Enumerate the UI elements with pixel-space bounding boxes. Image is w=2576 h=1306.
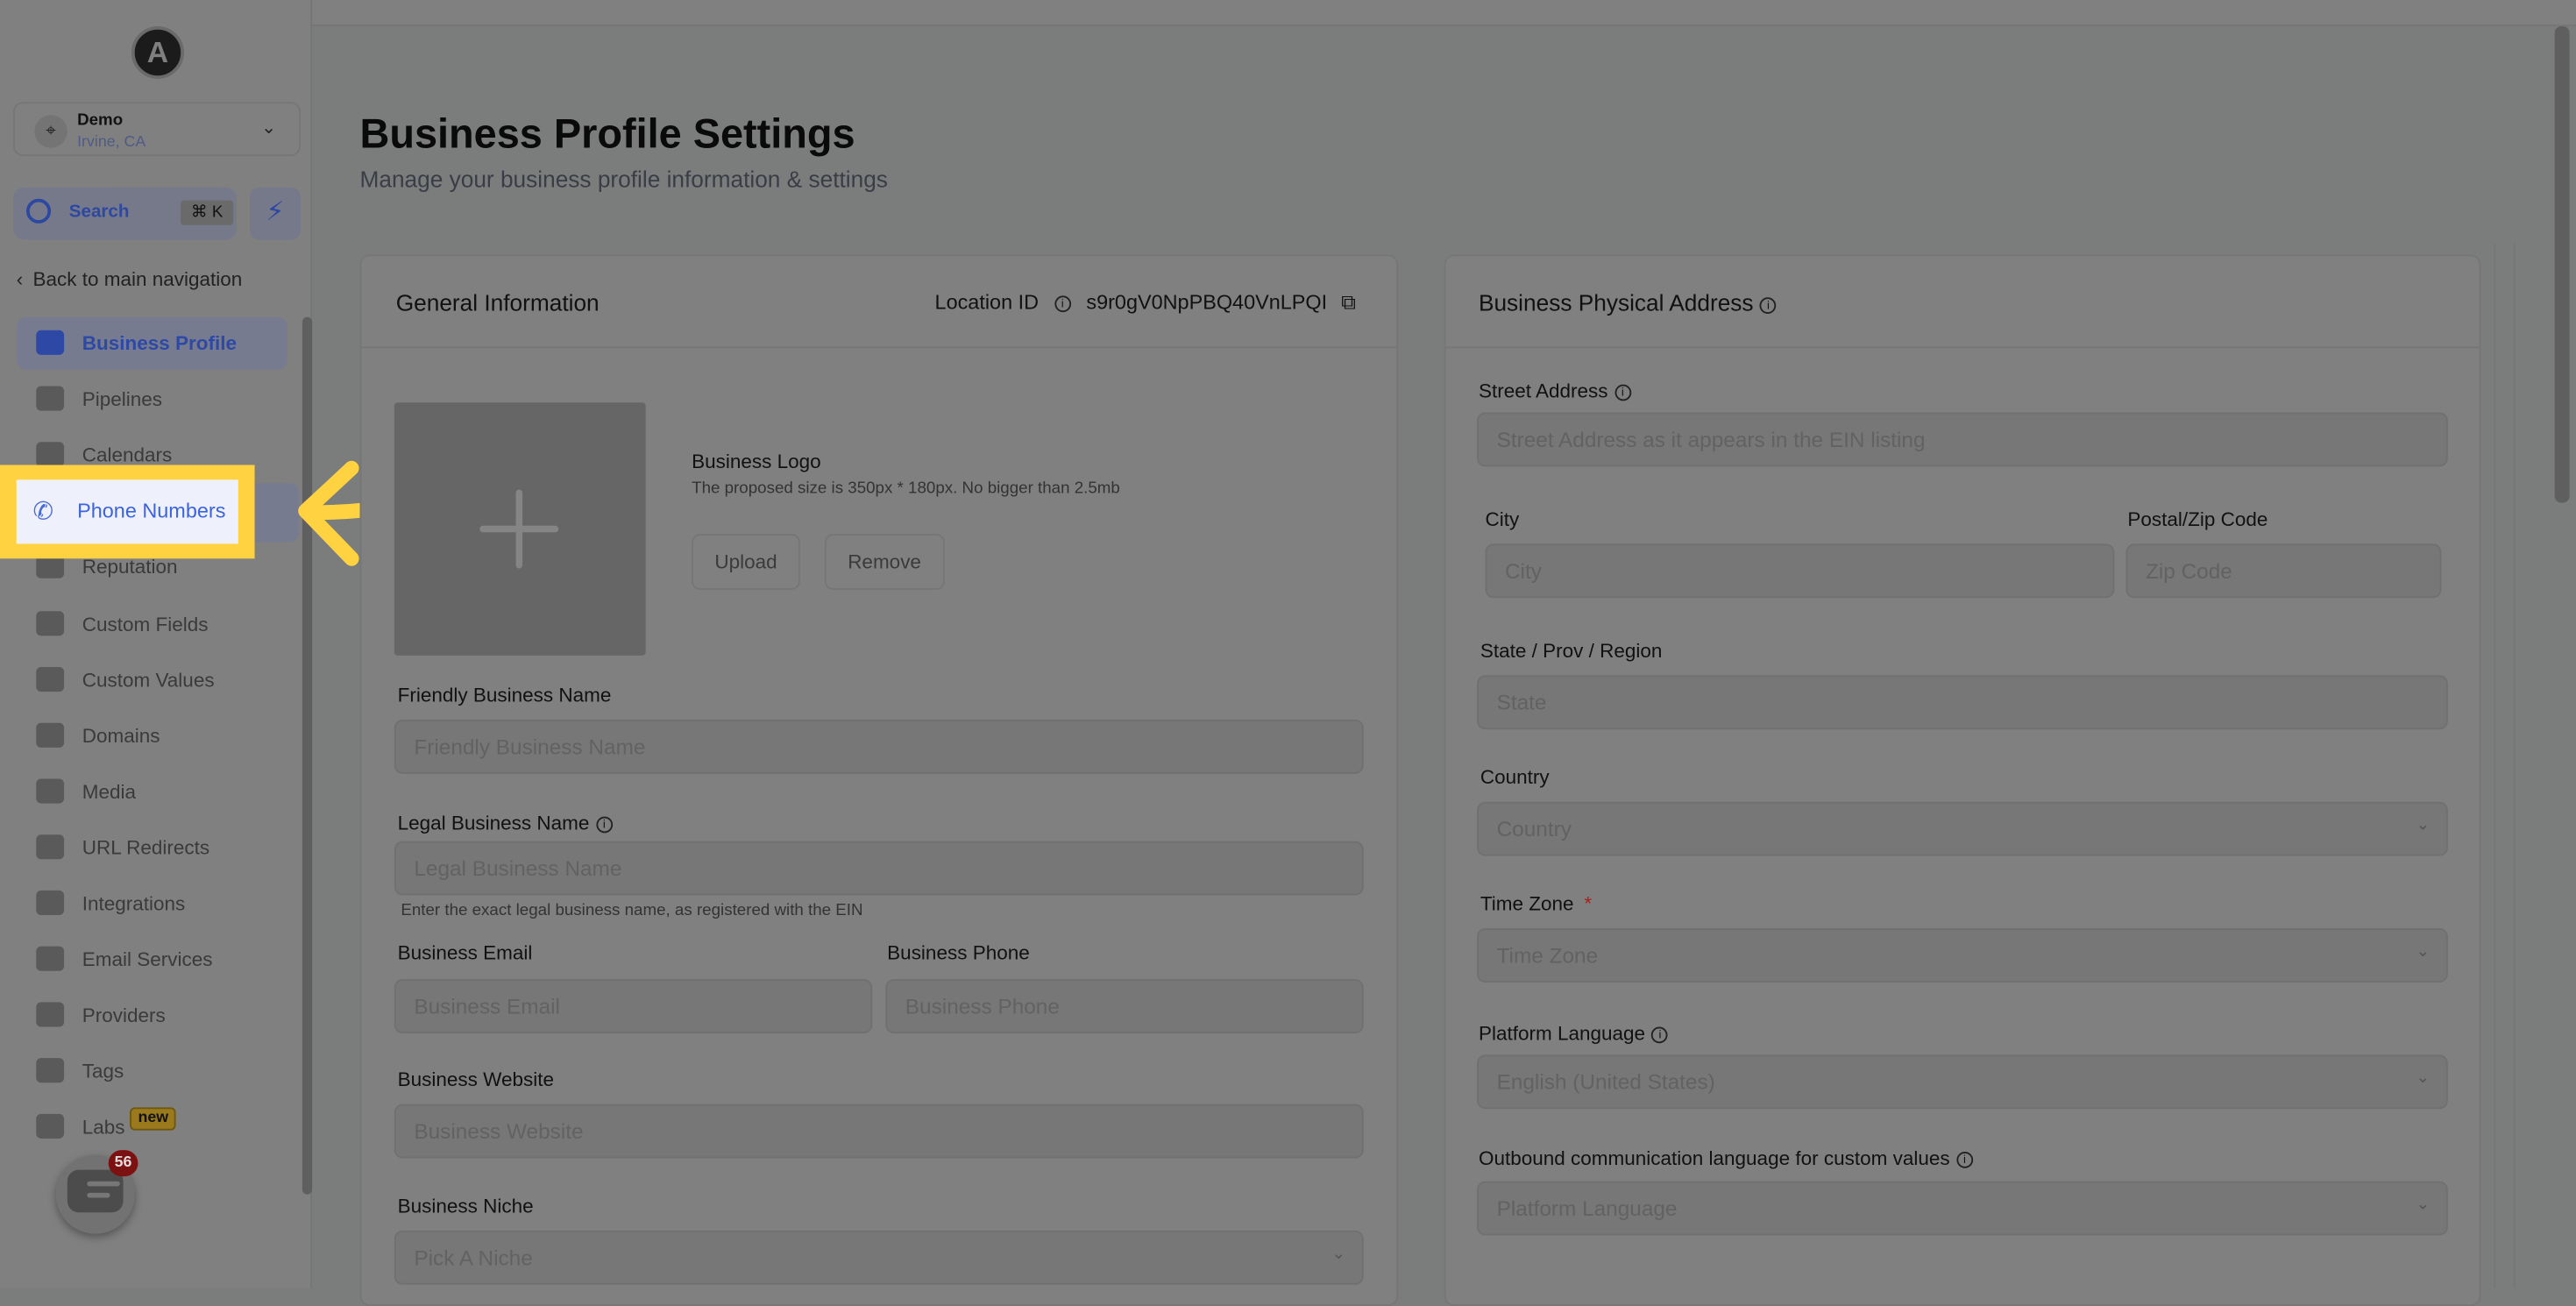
timezone-label: Time Zone *: [1480, 892, 1592, 915]
email-icon: [36, 946, 65, 971]
logo-upload-area[interactable]: [394, 402, 646, 656]
street-input[interactable]: Street Address as it appears in the EIN …: [1477, 412, 2448, 467]
city-input[interactable]: City: [1485, 543, 2115, 599]
timezone-select[interactable]: Time Zone ⌄: [1477, 928, 2448, 983]
legal-name-label: Legal Business Name i: [398, 812, 613, 834]
platform-language-select[interactable]: English (United States) ⌄: [1477, 1054, 2448, 1110]
sidebar-item-domains[interactable]: Domains: [17, 709, 287, 762]
country-label: Country: [1480, 765, 1550, 789]
page-title: Business Profile Settings: [359, 111, 855, 158]
friendly-name-input[interactable]: Friendly Business Name: [394, 719, 1364, 774]
outbound-language-select[interactable]: Platform Language ⌄: [1477, 1181, 2448, 1236]
sidebar-item-integrations[interactable]: Integrations: [17, 877, 287, 930]
outbound-language-placeholder: Platform Language: [1496, 1196, 1678, 1221]
legal-name-input[interactable]: Legal Business Name: [394, 841, 1364, 896]
country-placeholder: Country: [1496, 816, 1572, 841]
sidebar-item-label: Tags: [82, 1060, 124, 1083]
remove-button[interactable]: Remove: [824, 534, 945, 590]
timezone-label-text: Time Zone: [1480, 891, 1574, 916]
business-website-input[interactable]: Business Website: [394, 1104, 1364, 1159]
business-niche-select[interactable]: Pick A Niche ⌄: [394, 1230, 1364, 1285]
platform-language-value: English (United States): [1496, 1069, 1715, 1095]
required-marker: *: [1584, 891, 1593, 916]
business-email-input[interactable]: Business Email: [394, 979, 873, 1033]
clipboard-icon: [36, 1002, 65, 1027]
sidebar-item-label: Labs: [82, 1116, 125, 1139]
sidebar-item-label: Integrations: [82, 891, 186, 916]
business-phone-input[interactable]: Business Phone: [885, 979, 1364, 1033]
globe-icon: [36, 722, 65, 748]
card-title-text: Business Physical Address: [1478, 288, 1754, 316]
chevron-down-icon: ⌄: [2416, 816, 2431, 835]
sidebar-item-label: Media: [82, 779, 136, 804]
page-subtitle: Manage your business profile information…: [359, 166, 888, 193]
chevron-down-icon: ⌄: [2416, 942, 2431, 962]
location-id-value: s9r0gV0NpPBQ40VnLPQI: [1086, 290, 1328, 315]
integrations-icon: [36, 890, 65, 916]
business-phone-label: Business Phone: [887, 941, 1030, 965]
card-title: General Information: [395, 288, 600, 316]
chevron-down-icon: ⌄: [2416, 1069, 2431, 1088]
upload-button[interactable]: Upload: [692, 534, 800, 590]
friendly-name-label: Friendly Business Name: [397, 683, 612, 706]
copy-icon[interactable]: ⧉: [1341, 291, 1356, 314]
legal-name-help: Enter the exact legal business name, as …: [401, 902, 863, 920]
business-niche-label: Business Niche: [397, 1194, 534, 1217]
city-label: City: [1485, 507, 1520, 531]
info-icon[interactable]: i: [1760, 297, 1777, 315]
chat-unread-badge: 56: [108, 1150, 138, 1177]
info-icon[interactable]: i: [595, 816, 613, 834]
chevron-down-icon: ⌄: [1331, 1245, 1346, 1264]
zip-label: Postal/Zip Code: [2127, 507, 2268, 531]
sidebar-item-label: Email Services: [82, 948, 213, 971]
sidebar-item-tags[interactable]: Tags: [17, 1046, 287, 1098]
info-icon[interactable]: i: [1054, 295, 1071, 313]
timezone-placeholder: Time Zone: [1496, 942, 1599, 969]
logo-label: Business Logo: [692, 450, 821, 473]
state-input[interactable]: State: [1477, 675, 2448, 730]
redirect-icon: [36, 834, 65, 860]
legal-name-label-text: Legal Business Name: [397, 811, 590, 835]
diamond-icon: [36, 666, 65, 692]
country-select[interactable]: Country ⌄: [1477, 801, 2448, 856]
new-badge: new: [130, 1107, 177, 1131]
business-website-label: Business Website: [397, 1068, 554, 1091]
location-id: Location ID i s9r0gV0NpPBQ40VnLPQI ⧉: [935, 291, 1356, 316]
camera-icon: [36, 778, 65, 804]
state-label: State / Prov / Region: [1480, 639, 1663, 663]
card-header: General Information Location ID i s9r0gV…: [361, 256, 1397, 349]
chat-icon: [67, 1169, 124, 1213]
sidebar-item-label: Custom Values: [82, 668, 215, 692]
sidebar-item-url-redirects[interactable]: URL Redirects: [17, 821, 287, 874]
street-label: Street Address i: [1479, 380, 1631, 402]
plus-icon: [479, 489, 559, 569]
chevron-down-icon: ⌄: [2416, 1196, 2431, 1215]
outbound-language-label-text: Outbound communication language for cust…: [1478, 1146, 1950, 1170]
card-header: Business Physical Address i: [1445, 256, 2480, 349]
zip-input[interactable]: Zip Code: [2125, 543, 2442, 599]
business-email-label: Business Email: [397, 941, 533, 965]
sidebar-item-label: URL Redirects: [82, 835, 210, 860]
sidebar-item-custom-values[interactable]: Custom Values: [17, 653, 287, 706]
sidebar-item-providers[interactable]: Providers: [17, 990, 287, 1042]
page-scrollbar[interactable]: [2554, 25, 2570, 503]
info-icon[interactable]: i: [1651, 1026, 1669, 1044]
platform-language-label-text: Platform Language: [1478, 1021, 1646, 1046]
card-title: Business Physical Address i: [1479, 289, 1777, 316]
tag-icon: [36, 1058, 65, 1083]
logo-hint: The proposed size is 350px * 180px. No b…: [692, 479, 1120, 498]
sidebar-item-label: Providers: [82, 1004, 166, 1027]
sidebar-item-email-services[interactable]: Email Services: [17, 933, 287, 986]
flask-icon: [36, 1114, 65, 1139]
location-id-label: Location ID: [934, 290, 1040, 315]
sidebar-item-label: Domains: [82, 724, 160, 748]
content-divider: [2494, 243, 2516, 1288]
info-icon[interactable]: i: [1956, 1151, 1973, 1168]
niche-placeholder: Pick A Niche: [414, 1245, 533, 1270]
outbound-language-label: Outbound communication language for cust…: [1478, 1146, 1973, 1170]
info-icon[interactable]: i: [1614, 384, 1631, 401]
street-label-text: Street Address: [1478, 379, 1608, 403]
platform-language-label: Platform Language i: [1478, 1021, 1669, 1046]
sidebar-item-media[interactable]: Media: [17, 765, 287, 818]
